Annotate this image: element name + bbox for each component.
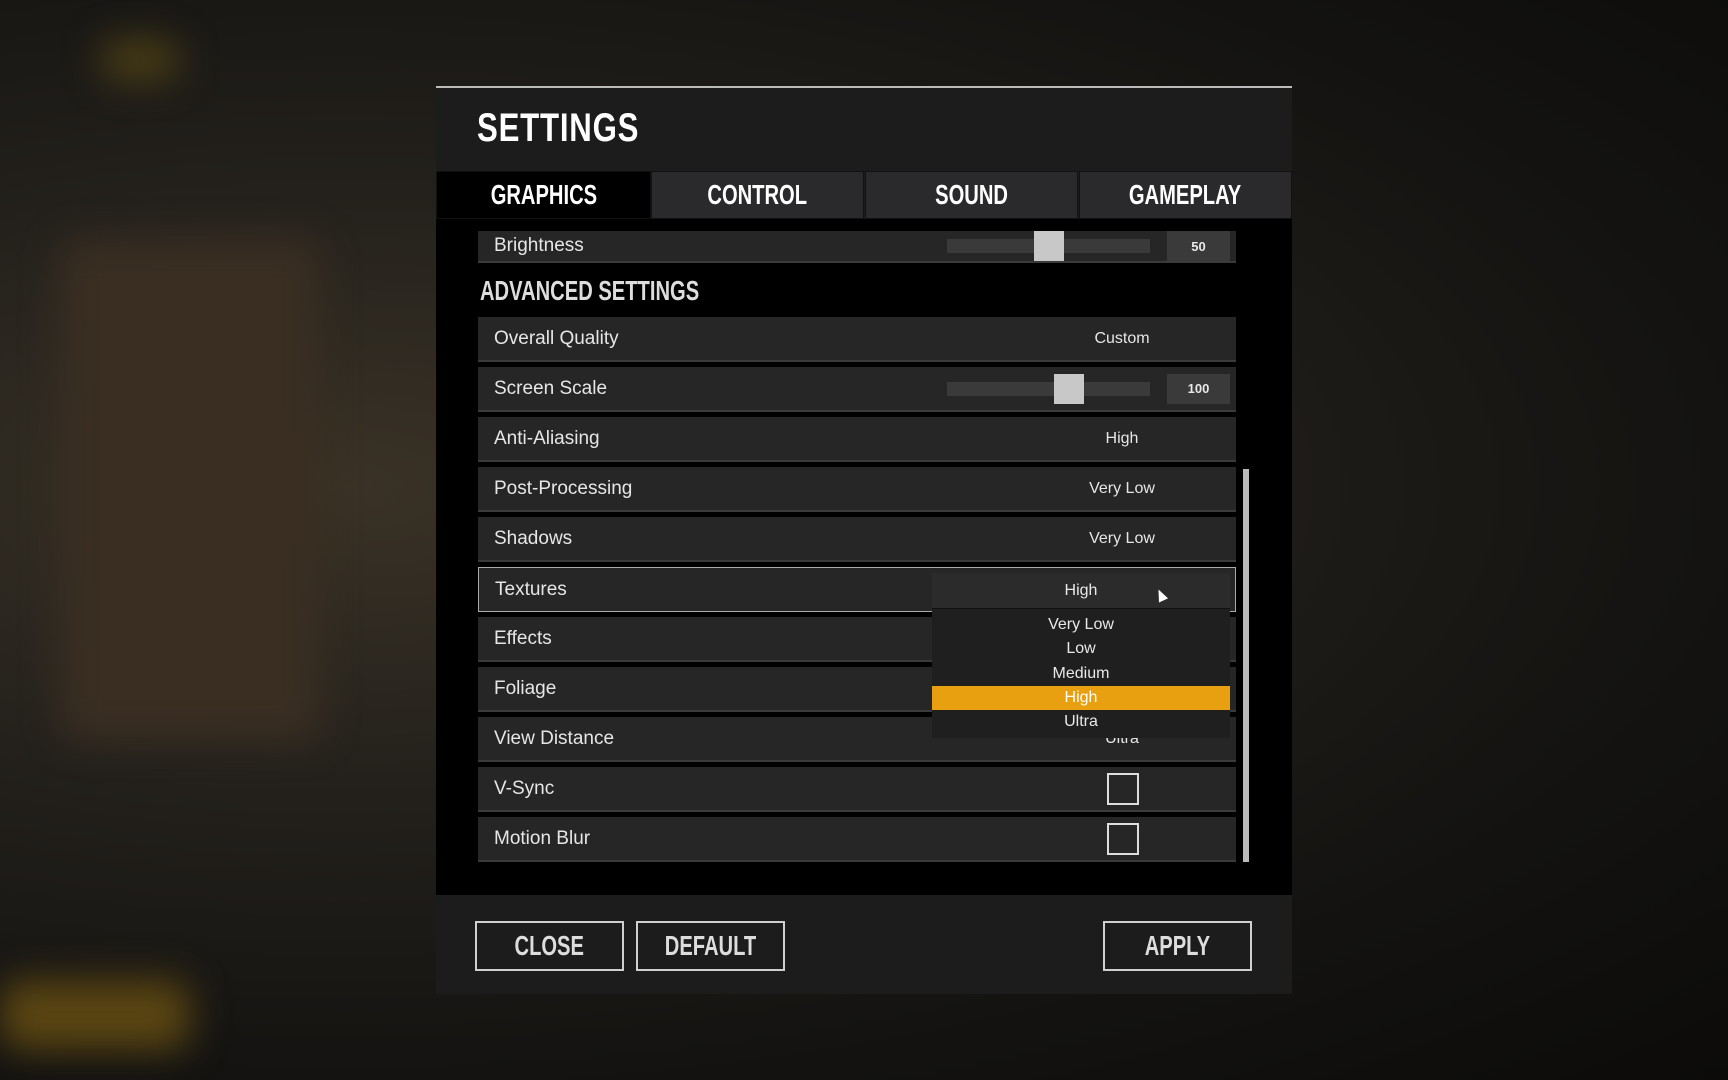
row-label: V-Sync bbox=[494, 777, 555, 799]
row-v-sync: V-Sync bbox=[478, 767, 1236, 812]
screen-scale-value[interactable]: 100 bbox=[1167, 373, 1230, 404]
row-screen-scale: Screen Scale 100 bbox=[478, 367, 1236, 412]
option-low[interactable]: Low bbox=[932, 637, 1230, 661]
row-value[interactable]: Very Low bbox=[1040, 480, 1204, 498]
default-button[interactable]: DEFAULT bbox=[636, 921, 785, 971]
brightness-value[interactable]: 50 bbox=[1167, 231, 1230, 261]
row-brightness: Brightness 50 bbox=[478, 231, 1236, 263]
row-value[interactable]: Very Low bbox=[1040, 530, 1204, 548]
motion-blur-checkbox[interactable] bbox=[1107, 822, 1139, 855]
row-label: View Distance bbox=[494, 727, 615, 749]
section-heading: ADVANCED SETTINGS bbox=[480, 275, 700, 306]
row-label: Effects bbox=[494, 627, 552, 649]
background-blur bbox=[60, 240, 320, 740]
row-label: Foliage bbox=[494, 677, 557, 699]
tab-sound[interactable]: SOUND bbox=[865, 171, 1078, 219]
tab-gameplay[interactable]: GAMEPLAY bbox=[1079, 171, 1292, 219]
scrollbar[interactable] bbox=[1243, 469, 1249, 862]
option-medium[interactable]: Medium bbox=[932, 662, 1230, 686]
v-sync-checkbox[interactable] bbox=[1107, 772, 1139, 805]
dropdown-current[interactable]: High bbox=[932, 573, 1230, 609]
row-value[interactable]: Custom bbox=[1040, 330, 1204, 348]
row-label: Textures bbox=[495, 578, 567, 600]
option-very-low[interactable]: Very Low bbox=[932, 613, 1230, 637]
row-motion-blur: Motion Blur bbox=[478, 817, 1236, 862]
row-label: Motion Blur bbox=[494, 827, 591, 849]
dialog-title: SETTINGS bbox=[477, 106, 640, 150]
textures-dropdown[interactable]: High Very Low Low Medium High Ultra bbox=[932, 573, 1230, 739]
tab-control[interactable]: CONTROL bbox=[651, 171, 864, 219]
row-post-processing[interactable]: Post-Processing Very Low bbox=[478, 467, 1236, 512]
row-value[interactable]: High bbox=[1040, 430, 1204, 448]
close-button[interactable]: CLOSE bbox=[475, 921, 624, 971]
dropdown-list: Very Low Low Medium High Ultra bbox=[932, 609, 1230, 739]
row-overall-quality[interactable]: Overall Quality Custom bbox=[478, 317, 1236, 362]
row-label: Screen Scale bbox=[494, 377, 608, 399]
row-shadows[interactable]: Shadows Very Low bbox=[478, 517, 1236, 562]
brightness-slider[interactable] bbox=[947, 231, 1150, 261]
option-high[interactable]: High bbox=[932, 685, 1230, 711]
apply-button[interactable]: APPLY bbox=[1103, 921, 1252, 971]
settings-list: Brightness 50 ADVANCED SETTINGS Overall … bbox=[436, 219, 1292, 895]
row-label: Post-Processing bbox=[494, 477, 633, 499]
tab-graphics[interactable]: GRAPHICS bbox=[436, 171, 651, 219]
background-blur bbox=[0, 980, 190, 1050]
settings-dialog: SETTINGS GRAPHICS CONTROL SOUND GAMEPLAY… bbox=[436, 86, 1292, 994]
row-label: Anti-Aliasing bbox=[494, 427, 600, 449]
row-label: Shadows bbox=[494, 527, 573, 549]
row-anti-aliasing[interactable]: Anti-Aliasing High bbox=[478, 417, 1236, 462]
row-label: Brightness bbox=[494, 235, 584, 256]
slider-thumb[interactable] bbox=[1034, 231, 1064, 261]
option-ultra[interactable]: Ultra bbox=[932, 710, 1230, 734]
slider-thumb[interactable] bbox=[1054, 373, 1084, 404]
background-blur bbox=[100, 40, 180, 80]
screen-scale-slider[interactable] bbox=[947, 373, 1150, 404]
row-label: Overall Quality bbox=[494, 327, 619, 349]
